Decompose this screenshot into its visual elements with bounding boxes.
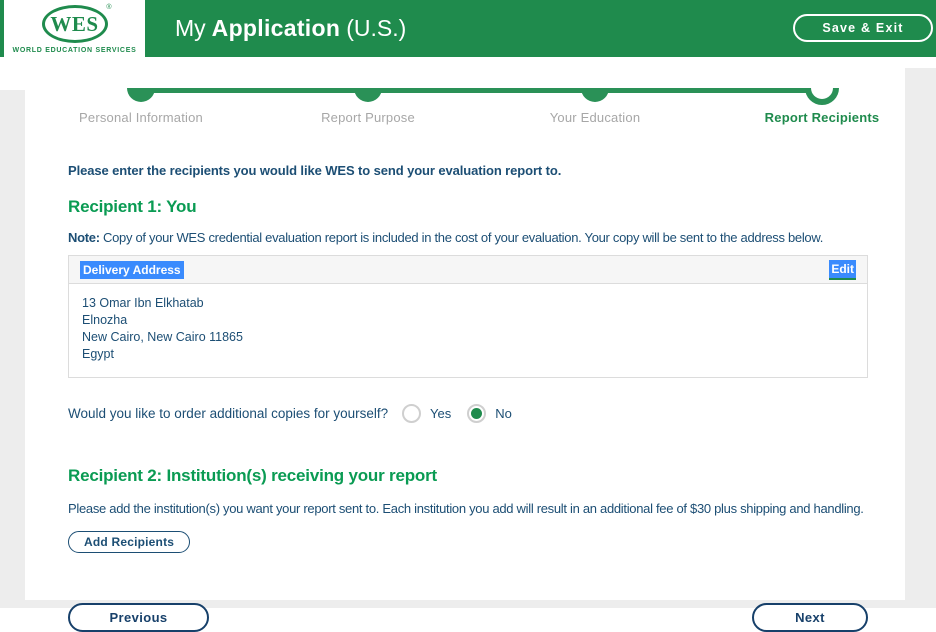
additional-copies-question: Would you like to order additional copie…	[68, 406, 402, 421]
step-marker-report-purpose	[354, 88, 382, 102]
additional-copies-question-row: Would you like to order additional copie…	[68, 404, 868, 423]
registered-trademark-icon: ®	[106, 4, 111, 11]
page-margin-right	[905, 68, 936, 600]
wizard-footer: Previous Next	[68, 603, 868, 632]
add-recipients-button[interactable]: Add Recipients	[68, 531, 190, 553]
edit-address-link[interactable]: Edit	[829, 260, 856, 280]
delivery-address-body: 13 Omar Ibn Elkhatab Elnozha New Cairo, …	[69, 284, 867, 377]
save-and-exit-button[interactable]: Save & Exit	[793, 14, 933, 42]
radio-no-selected-dot	[471, 408, 482, 419]
address-line-street: 13 Omar Ibn Elkhatab	[82, 295, 854, 312]
address-line-country: Egypt	[82, 346, 854, 363]
delivery-address-label: Delivery Address	[80, 261, 184, 279]
page-title-emphasis: Application	[212, 15, 341, 41]
previous-button[interactable]: Previous	[68, 603, 209, 632]
recipient1-heading: Recipient 1: You	[68, 197, 868, 217]
stepper-label-report-purpose[interactable]: Report Purpose	[258, 110, 478, 125]
radio-no-label[interactable]: No	[495, 406, 512, 421]
intro-text: Please enter the recipients you would li…	[68, 163, 868, 178]
stepper-progress-line	[140, 88, 822, 93]
step-marker-report-recipients-current	[805, 88, 839, 105]
stepper-label-report-recipients: Report Recipients	[712, 110, 932, 125]
recipient2-description: Please add the institution(s) you want y…	[68, 501, 868, 516]
step-marker-personal-information	[127, 88, 155, 102]
stepper-label-personal-information[interactable]: Personal Information	[31, 110, 251, 125]
page-title-prefix: My	[175, 15, 206, 41]
main-content: Please enter the recipients you would li…	[68, 155, 868, 632]
note-text: Copy of your WES credential evaluation r…	[103, 230, 823, 245]
stepper-label-your-education[interactable]: Your Education	[485, 110, 705, 125]
radio-option-yes[interactable]: Yes	[402, 404, 451, 423]
wes-logo-org-name: WORLD EDUCATION SERVICES	[13, 47, 137, 54]
next-button[interactable]: Next	[752, 603, 868, 632]
recipient1-note: Note: Copy of your WES credential evalua…	[68, 230, 868, 245]
address-line-district: Elnozha	[82, 312, 854, 329]
step-marker-your-education	[581, 88, 609, 102]
wes-logo-oval-icon: WES ®	[42, 5, 108, 43]
address-line-city: New Cairo, New Cairo 11865	[82, 329, 854, 346]
wes-logo: WES ® WORLD EDUCATION SERVICES	[4, 0, 145, 62]
page-title: MyApplication(U.S.)	[175, 15, 406, 42]
delivery-address-box-header: Delivery Address Edit	[69, 256, 867, 284]
delivery-address-box: Delivery Address Edit 13 Omar Ibn Elkhat…	[68, 255, 868, 378]
page-margin-left	[0, 90, 25, 600]
radio-no-circle[interactable]	[467, 404, 486, 423]
wes-logo-acronym: WES	[50, 12, 98, 37]
note-label: Note:	[68, 230, 100, 245]
radio-option-no[interactable]: No	[467, 404, 512, 423]
radio-yes-label[interactable]: Yes	[430, 406, 451, 421]
page-title-suffix: (U.S.)	[346, 15, 406, 41]
radio-yes-circle[interactable]	[402, 404, 421, 423]
recipient2-heading: Recipient 2: Institution(s) receiving yo…	[68, 466, 868, 486]
